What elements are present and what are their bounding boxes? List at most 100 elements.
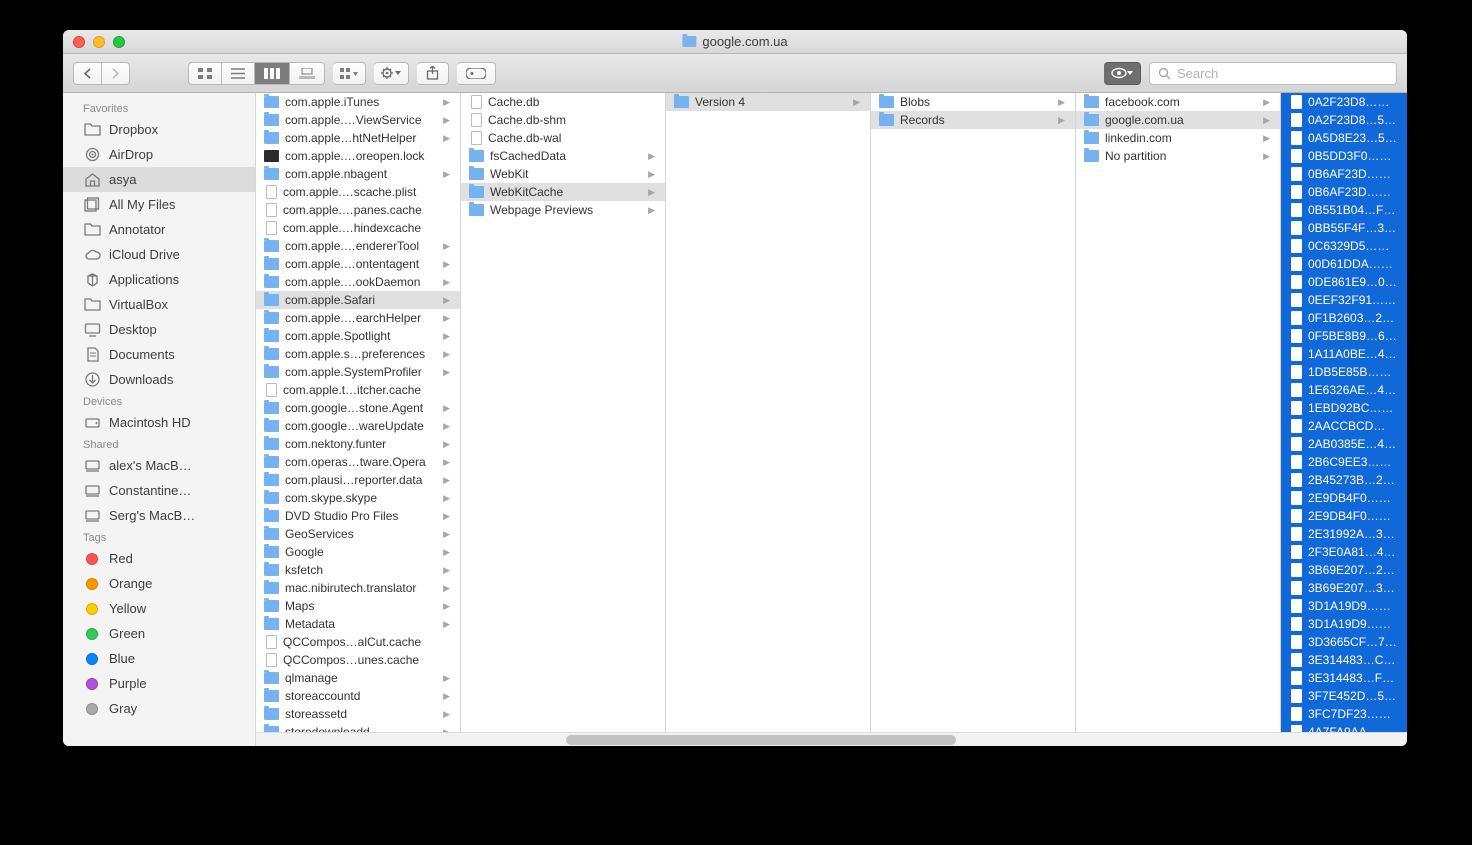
- edit-tags-button[interactable]: [457, 62, 496, 85]
- sidebar-item[interactable]: Orange: [63, 571, 255, 596]
- folder-row[interactable]: DVD Studio Pro Files▶: [256, 507, 460, 525]
- folder-row[interactable]: facebook.com▶: [1076, 93, 1280, 111]
- file-row[interactable]: 00D61DDA…4BAA26CF3: [1281, 255, 1407, 273]
- file-row[interactable]: com.apple.…hindexcache: [256, 219, 460, 237]
- sidebar-item[interactable]: Serg's MacB…: [63, 503, 255, 528]
- sidebar-item[interactable]: asya: [63, 167, 255, 192]
- folder-row[interactable]: com.apple.Spotlight▶: [256, 327, 460, 345]
- close-button[interactable]: [73, 36, 85, 48]
- sidebar-item[interactable]: Annotator: [63, 217, 255, 242]
- folder-row[interactable]: com.apple.…ontentagent▶: [256, 255, 460, 273]
- file-row[interactable]: 1A11A0BE…4F51C55B6: [1281, 345, 1407, 363]
- file-row[interactable]: 3B69E207…22743A9DB: [1281, 561, 1407, 579]
- horizontal-scrollbar[interactable]: [256, 732, 1407, 746]
- sidebar-item[interactable]: Constantine…: [63, 478, 255, 503]
- file-row[interactable]: 3D3665CF…7BA046DA6: [1281, 633, 1407, 651]
- file-row[interactable]: 0F1B2603…2367B03DF: [1281, 309, 1407, 327]
- file-row[interactable]: 0C6329D5…DCCDDA31: [1281, 237, 1407, 255]
- file-row[interactable]: 3E314483…CC20F5331: [1281, 651, 1407, 669]
- file-row[interactable]: 2AACCBCD…83977638: [1281, 417, 1407, 435]
- file-row[interactable]: 2B6C9EE3…D53716AFC: [1281, 453, 1407, 471]
- folder-row[interactable]: com.apple.…ookDaemon▶: [256, 273, 460, 291]
- sidebar-item[interactable]: Yellow: [63, 596, 255, 621]
- file-row[interactable]: com.apple.t…itcher.cache: [256, 381, 460, 399]
- sidebar-item[interactable]: Applications: [63, 267, 255, 292]
- sidebar-item[interactable]: Dropbox: [63, 117, 255, 142]
- file-row[interactable]: com.apple.…panes.cache: [256, 201, 460, 219]
- file-row[interactable]: 1EBD92BC…9A5CF2055: [1281, 399, 1407, 417]
- file-row[interactable]: 3FC7DF23…3AD0F6401: [1281, 705, 1407, 723]
- folder-row[interactable]: com.apple.s…preferences▶: [256, 345, 460, 363]
- folder-row[interactable]: Metadata▶: [256, 615, 460, 633]
- column-view-button[interactable]: [255, 62, 290, 85]
- file-row[interactable]: 0B5DD3F0…D7E58F982: [1281, 147, 1407, 165]
- sidebar-item[interactable]: VirtualBox: [63, 292, 255, 317]
- folder-row[interactable]: Blobs▶: [871, 93, 1075, 111]
- file-row[interactable]: 0B6AF23D…146250147: [1281, 165, 1407, 183]
- back-button[interactable]: [73, 62, 102, 85]
- file-row[interactable]: 3E314483…F5331-body: [1281, 669, 1407, 687]
- folder-row[interactable]: google.com.ua▶: [1076, 111, 1280, 129]
- folder-row[interactable]: Webpage Previews▶: [461, 201, 665, 219]
- sidebar-item[interactable]: Green: [63, 621, 255, 646]
- zoom-button[interactable]: [113, 36, 125, 48]
- action-button[interactable]: [374, 62, 409, 85]
- folder-row[interactable]: com.apple…htNetHelper▶: [256, 129, 460, 147]
- file-row[interactable]: 2AB0385E…4EE818651: [1281, 435, 1407, 453]
- file-row[interactable]: com.apple.…scache.plist: [256, 183, 460, 201]
- folder-row[interactable]: com.apple.nbagent▶: [256, 165, 460, 183]
- file-row[interactable]: 3F7E452D…51DE7D103: [1281, 687, 1407, 705]
- file-row[interactable]: 3D1A19D9…A23E4310C: [1281, 597, 1407, 615]
- search-input[interactable]: [1177, 66, 1388, 81]
- sidebar-item[interactable]: All My Files: [63, 192, 255, 217]
- scrollbar-thumb[interactable]: [566, 735, 956, 745]
- sidebar-item[interactable]: AirDrop: [63, 142, 255, 167]
- coverflow-view-button[interactable]: [290, 62, 325, 85]
- folder-row[interactable]: storeassetd▶: [256, 705, 460, 723]
- quicklook-button[interactable]: [1104, 62, 1141, 85]
- folder-row[interactable]: ksfetch▶: [256, 561, 460, 579]
- file-row[interactable]: 2E9DB4F0…91CB2-body: [1281, 507, 1407, 525]
- folder-row[interactable]: No partition▶: [1076, 147, 1280, 165]
- folder-row[interactable]: com.skype.skype▶: [256, 489, 460, 507]
- file-row[interactable]: 2B45273B…22610BC00: [1281, 471, 1407, 489]
- sidebar-item[interactable]: Macintosh HD: [63, 410, 255, 435]
- list-view-button[interactable]: [222, 62, 255, 85]
- forward-button[interactable]: [102, 62, 130, 85]
- folder-row[interactable]: Version 4▶: [666, 93, 870, 111]
- folder-row[interactable]: WebKitCache▶: [461, 183, 665, 201]
- file-row[interactable]: 0B6AF23D…50147-body: [1281, 183, 1407, 201]
- sidebar-item[interactable]: Blue: [63, 646, 255, 671]
- file-row[interactable]: 3D1A19D9…310C-body: [1281, 615, 1407, 633]
- file-row[interactable]: QCCompos…alCut.cache: [256, 633, 460, 651]
- file-row[interactable]: 0EEF32F91…68F136630: [1281, 291, 1407, 309]
- file-row[interactable]: 3B69E207…3A9DB-body: [1281, 579, 1407, 597]
- file-row[interactable]: 1E6326AE…4F21CBA06: [1281, 381, 1407, 399]
- sidebar-item[interactable]: Documents: [63, 342, 255, 367]
- file-row[interactable]: 1DB5E85B…4022E4B3C: [1281, 363, 1407, 381]
- file-row[interactable]: Cache.db: [461, 93, 665, 111]
- file-row[interactable]: 0A2F23D8…E693B54DC: [1281, 93, 1407, 111]
- sidebar-item[interactable]: Desktop: [63, 317, 255, 342]
- folder-row[interactable]: com.apple.Safari▶: [256, 291, 460, 309]
- sidebar-item[interactable]: Gray: [63, 696, 255, 721]
- sidebar-item[interactable]: Red: [63, 546, 255, 571]
- folder-row[interactable]: com.apple.iTunes▶: [256, 93, 460, 111]
- folder-row[interactable]: com.plausi…reporter.data▶: [256, 471, 460, 489]
- file-row[interactable]: 2E31992A…360538D47: [1281, 525, 1407, 543]
- file-row[interactable]: com.apple.…oreopen.lock: [256, 147, 460, 165]
- sidebar-item[interactable]: iCloud Drive: [63, 242, 255, 267]
- folder-row[interactable]: GeoServices▶: [256, 525, 460, 543]
- arrange-button[interactable]: [333, 62, 366, 85]
- folder-row[interactable]: com.apple.…ViewService▶: [256, 111, 460, 129]
- folder-row[interactable]: Google▶: [256, 543, 460, 561]
- folder-row[interactable]: linkedin.com▶: [1076, 129, 1280, 147]
- file-row[interactable]: Cache.db-wal: [461, 129, 665, 147]
- file-row[interactable]: 0A5D8E23…5F212F11F: [1281, 129, 1407, 147]
- file-row[interactable]: 0DE861E9…0A61C4C93: [1281, 273, 1407, 291]
- file-row[interactable]: 0A2F23D8…54DC-body: [1281, 111, 1407, 129]
- file-row[interactable]: Cache.db-shm: [461, 111, 665, 129]
- file-row[interactable]: 2E9DB4F0…5CA991CB2: [1281, 489, 1407, 507]
- folder-row[interactable]: storeaccountd▶: [256, 687, 460, 705]
- file-row[interactable]: 0BB55F4F…3FB21C36C: [1281, 219, 1407, 237]
